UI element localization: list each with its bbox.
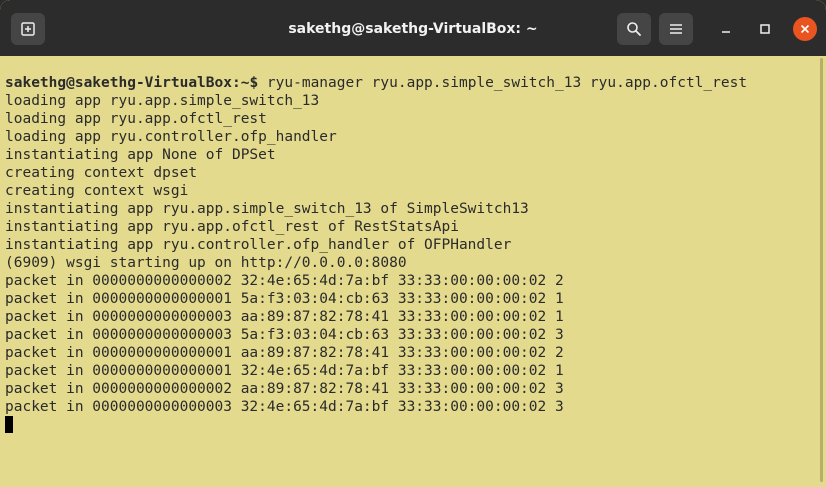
prompt-command: ryu-manager ryu.app.simple_switch_13 ryu… — [258, 75, 748, 91]
output-line: packet in 0000000000000001 aa:89:87:82:7… — [5, 345, 564, 361]
maximize-button[interactable] — [753, 17, 777, 41]
output-line: packet in 0000000000000001 5a:f3:03:04:c… — [5, 291, 564, 307]
prompt-path: :~$ — [231, 75, 259, 91]
output-line: loading app ryu.controller.ofp_handler — [5, 129, 337, 145]
output-line: instantiating app None of DPSet — [5, 147, 276, 163]
output-line: instantiating app ryu.app.ofctl_rest of … — [5, 219, 459, 235]
terminal-output[interactable]: sakethg@sakethg-VirtualBox:~$ ryu-manage… — [0, 56, 816, 487]
output-line: (6909) wsgi starting up on http://0.0.0.… — [5, 255, 407, 271]
scrollbar-thumb[interactable] — [820, 58, 823, 482]
output-line: creating context dpset — [5, 165, 198, 181]
minimize-icon — [722, 31, 730, 33]
hamburger-menu-icon — [670, 24, 682, 34]
output-line: packet in 0000000000000003 5a:f3:03:04:c… — [5, 327, 564, 343]
search-button[interactable] — [617, 13, 651, 45]
terminal-window: sakethg@sakethg-VirtualBox: ~ sakethg@sa… — [0, 0, 826, 487]
close-button[interactable] — [793, 17, 817, 41]
output-line: packet in 0000000000000003 aa:89:87:82:7… — [5, 309, 564, 325]
title-bar[interactable]: sakethg@sakethg-VirtualBox: ~ — [0, 0, 826, 56]
new-tab-icon — [21, 22, 35, 36]
minimize-button[interactable] — [714, 17, 738, 41]
text-cursor — [5, 416, 13, 433]
output-line: creating context wsgi — [5, 183, 189, 199]
output-line: loading app ryu.app.ofctl_rest — [5, 111, 267, 127]
output-line: packet in 0000000000000001 32:4e:65:4d:7… — [5, 363, 564, 379]
output-line: instantiating app ryu.controller.ofp_han… — [5, 237, 512, 253]
window-title: sakethg@sakethg-VirtualBox: ~ — [288, 21, 538, 37]
maximize-icon — [760, 24, 770, 34]
output-line: packet in 0000000000000002 32:4e:65:4d:7… — [5, 273, 564, 289]
close-icon — [800, 24, 810, 34]
menu-button[interactable] — [659, 13, 693, 45]
output-line: packet in 0000000000000002 aa:89:87:82:7… — [5, 381, 564, 397]
output-line: instantiating app ryu.app.simple_switch_… — [5, 201, 529, 217]
output-line: loading app ryu.app.simple_switch_13 — [5, 93, 320, 109]
new-tab-button[interactable] — [11, 13, 45, 45]
prompt-user-host: sakethg@sakethg-VirtualBox — [5, 75, 232, 91]
cursor-line — [5, 416, 816, 434]
scrollbar[interactable] — [816, 56, 826, 487]
prompt-line: sakethg@sakethg-VirtualBox:~$ ryu-manage… — [5, 74, 816, 92]
search-icon — [627, 22, 641, 36]
output-line: packet in 0000000000000003 32:4e:65:4d:7… — [5, 399, 564, 415]
